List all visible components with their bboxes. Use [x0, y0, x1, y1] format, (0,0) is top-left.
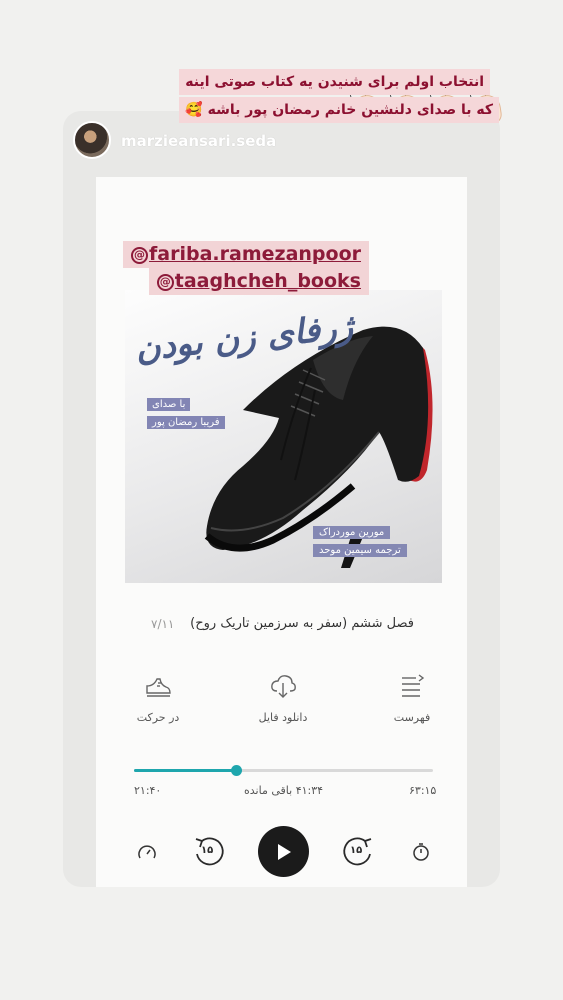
- playback-progress-bar[interactable]: [134, 765, 433, 776]
- avatar[interactable]: [73, 121, 111, 159]
- skip-forward-seconds: ۱۵: [350, 845, 363, 856]
- book-cover: ژرفای زن بودن با صدای فریبا رمضان پور مو…: [125, 290, 442, 583]
- skip-forward-button[interactable]: ۱۵: [341, 835, 375, 869]
- playlist-icon: [402, 674, 425, 697]
- mention-stickers: @ fariba.ramezanpoor @ taaghcheh_books: [95, 241, 369, 295]
- running-shoe-icon: [146, 678, 171, 697]
- mention-fariba[interactable]: @ fariba.ramezanpoor: [123, 241, 369, 268]
- narrator-label: با صدای: [147, 398, 191, 411]
- progress-handle[interactable]: [230, 765, 242, 776]
- at-icon: @: [156, 274, 174, 291]
- download-file-label: دانلود فایل: [258, 711, 308, 724]
- book-translator: ترجمه سیمین موحد: [313, 544, 407, 557]
- skip-back-seconds: ۱۵: [201, 845, 214, 856]
- playback-speed-button[interactable]: [136, 842, 158, 864]
- caption-line: که با صدای دلنشین خانم رمضان پور باشه 🥰: [179, 97, 499, 123]
- play-button[interactable]: [258, 826, 309, 877]
- contents-label: فهرست: [393, 711, 431, 724]
- play-icon: [277, 843, 291, 860]
- story-caption: انتخاب اولم برای شنیدن یه کتاب صوتی اینه…: [179, 69, 499, 123]
- skip-back-button[interactable]: ۱۵: [192, 835, 226, 869]
- chapter-row: فصل ششم (سفر به سرزمین تاریک روح) ۷/۱۱: [151, 616, 414, 631]
- speedometer-icon: [138, 845, 156, 859]
- mention-taaghcheh[interactable]: @ taaghcheh_books: [148, 268, 369, 295]
- progress-fill: [134, 769, 236, 772]
- at-icon: @: [131, 247, 149, 264]
- story-username[interactable]: marzieansari.seda: [121, 132, 276, 150]
- walking-mode-button[interactable]: در حرکت: [118, 673, 198, 724]
- mention-handle[interactable]: taaghcheh_books: [175, 270, 361, 292]
- walking-mode-label: در حرکت: [136, 711, 180, 724]
- narrator-name: فریبا رمضان پور: [147, 416, 225, 429]
- download-file-button[interactable]: دانلود فایل: [243, 673, 323, 724]
- chapter-count: ۷/۱۱: [151, 616, 175, 631]
- mention-handle[interactable]: fariba.ramezanpoor: [149, 243, 361, 265]
- remaining-time: ۴۱:۳۴ باقی مانده: [244, 784, 324, 797]
- contents-button[interactable]: فهرست: [372, 673, 452, 724]
- chapter-title: فصل ششم (سفر به سرزمین تاریک روح): [190, 616, 414, 631]
- total-time: ۶۳:۱۵: [409, 784, 437, 797]
- elapsed-time: ۲۱:۴۰: [134, 784, 162, 797]
- timer-icon: [413, 843, 429, 861]
- cloud-download-icon: [271, 675, 296, 698]
- book-author: مورین موردراک: [313, 526, 391, 539]
- caption-line: انتخاب اولم برای شنیدن یه کتاب صوتی اینه: [179, 69, 491, 95]
- sleep-timer-button[interactable]: [410, 841, 432, 863]
